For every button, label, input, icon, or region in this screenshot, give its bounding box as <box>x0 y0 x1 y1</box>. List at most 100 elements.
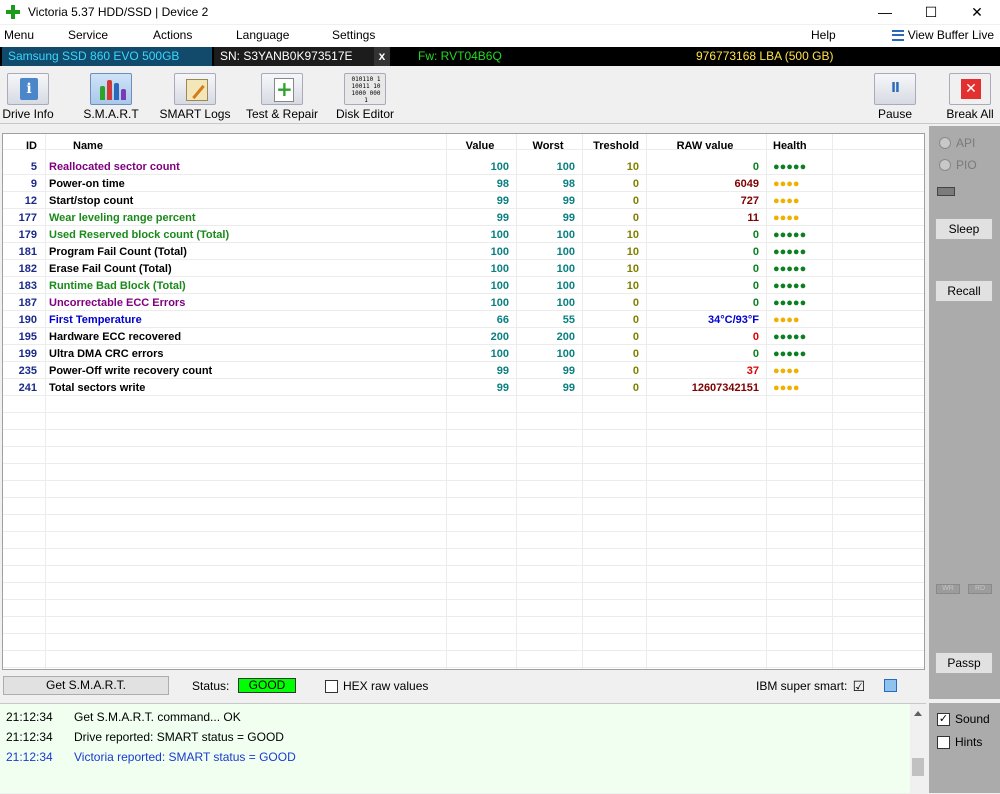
value-cell: 100 <box>490 245 509 258</box>
pio-label: PIO <box>956 158 977 172</box>
health-dots: ●●●●● <box>773 245 807 258</box>
menu-item-help[interactable]: Help <box>811 28 836 42</box>
table-row[interactable]: 199 Ultra DMA CRC errors 100 100 0 0 ●●●●● <box>3 345 829 362</box>
header-raw-value[interactable]: RAW value <box>645 134 765 158</box>
ibm-super-smart-checkbox[interactable]: IBM super smart: ☑ <box>756 677 866 694</box>
header-name[interactable]: Name <box>43 134 445 158</box>
health-dots: ●●●●● <box>773 296 807 309</box>
treshold-cell: 0 <box>632 211 639 224</box>
health-dots: ●●●● <box>773 313 800 326</box>
table-row[interactable]: 179 Used Reserved block count (Total) 100 1… <box>3 226 829 243</box>
recall-button[interactable]: Recall <box>935 280 993 302</box>
table-row[interactable]: 181 Program Fail Count (Total) 100 100 10 0 ●●… <box>3 243 829 260</box>
maximize-button[interactable]: ☐ <box>908 0 954 24</box>
table-row[interactable]: 182 Erase Fail Count (Total) 100 100 10 0 ●●●●… <box>3 260 829 277</box>
value-cell: 99 <box>496 211 509 224</box>
header-id[interactable]: ID <box>3 134 43 158</box>
menu-item-settings[interactable]: Settings <box>332 28 375 42</box>
value-cell: 100 <box>490 296 509 309</box>
pause-button[interactable]: Pause <box>872 70 918 124</box>
table-row[interactable]: 195 Hardware ECC recovered 200 200 0 0 ●●●●● <box>3 328 829 345</box>
raw-value-cell: 0 <box>752 228 759 241</box>
app-cross-icon <box>6 5 20 19</box>
value-cell: 100 <box>490 262 509 275</box>
drive-info-button[interactable]: Drive Info <box>0 70 56 124</box>
name-cell: Start/stop count <box>49 194 134 207</box>
disk-editor-button[interactable]: Disk Editor <box>334 70 396 124</box>
table-row[interactable]: 177 Wear leveling range percent 99 99 0 11 ●●●… <box>3 209 829 226</box>
test-repair-button[interactable]: Test & Repair <box>242 70 322 124</box>
health-dots: ●●●●● <box>773 228 807 241</box>
name-cell: Erase Fail Count (Total) <box>49 262 172 275</box>
menu-item-language[interactable]: Language <box>236 28 289 42</box>
menu-item-actions[interactable]: Actions <box>153 28 192 42</box>
id-cell: 199 <box>18 347 37 360</box>
raw-value-cell: 0 <box>752 347 759 360</box>
hex-raw-checkbox[interactable]: HEX raw values <box>325 679 428 693</box>
name-cell: Power-on time <box>49 177 125 190</box>
view-buffer-live-button[interactable]: View Buffer Live <box>891 28 994 42</box>
sound-checkbox[interactable]: ✓ Sound <box>937 712 990 726</box>
status-badge: GOOD <box>238 678 296 693</box>
device-model[interactable]: Samsung SSD 860 EVO 500GB <box>2 47 212 66</box>
pio-radio[interactable]: PIO <box>939 158 977 172</box>
log-line: 21:12:34 Get S.M.A.R.T. command... OK <box>6 710 241 724</box>
checkbox-checked-icon: ☑ <box>852 677 866 694</box>
sleep-button[interactable]: Sleep <box>935 218 993 240</box>
passp-button[interactable]: Passp <box>935 652 993 674</box>
table-row[interactable]: 241 Total sectors write 99 99 0 12607342151 ●●… <box>3 379 829 396</box>
table-row[interactable]: 187 Uncorrectable ECC Errors 100 100 0 0 ●●●●● <box>3 294 829 311</box>
treshold-cell: 0 <box>632 347 639 360</box>
log-line: 21:12:34 Drive reported: SMART status = G… <box>6 730 284 744</box>
header-health[interactable]: Health <box>765 134 829 158</box>
api-radio[interactable]: API <box>939 136 975 150</box>
checkbox-box <box>325 679 338 693</box>
header-worst[interactable]: Worst <box>515 134 581 158</box>
menu-item-service[interactable]: Service <box>68 28 108 42</box>
get-smart-button[interactable]: Get S.M.A.R.T. <box>3 676 169 695</box>
api-label: API <box>956 136 976 150</box>
log-time: 21:12:34 <box>6 710 53 724</box>
device-close-button[interactable]: x <box>374 47 390 66</box>
status-bar: Get S.M.A.R.T. Status: GOOD HEX raw valu… <box>0 672 926 700</box>
table-row[interactable]: 190 First Temperature 66 55 0 34°C/93°F ●●●● <box>3 311 829 328</box>
value-cell: 99 <box>496 194 509 207</box>
id-cell: 182 <box>18 262 37 275</box>
treshold-cell: 10 <box>626 245 639 258</box>
name-cell: Program Fail Count (Total) <box>49 245 187 258</box>
raw-value-cell: 37 <box>746 364 759 377</box>
hints-checkbox[interactable]: Hints <box>937 735 982 749</box>
log-panel[interactable]: 21:12:34 Get S.M.A.R.T. command... OK 21:1… <box>0 703 926 794</box>
health-dots: ●●●● <box>773 211 800 224</box>
smart-logs-button[interactable]: SMART Logs <box>158 70 232 124</box>
log-scrollbar[interactable] <box>910 704 926 794</box>
menu-item-menu[interactable]: Menu <box>4 28 34 42</box>
log-message: Drive reported: SMART status = GOOD <box>74 730 284 744</box>
scroll-up-arrow-icon[interactable] <box>914 711 922 716</box>
header-treshold[interactable]: Treshold <box>581 134 645 158</box>
table-row[interactable]: 9 Power-on time 98 98 0 6049 ●●●● <box>3 175 829 192</box>
close-button[interactable]: ✕ <box>954 0 1000 24</box>
smart-button[interactable]: S.M.A.R.T <box>80 70 142 124</box>
table-row[interactable]: 12 Start/stop count 99 99 0 727 ●●●● <box>3 192 829 209</box>
break-all-button[interactable]: Break All <box>944 70 996 124</box>
rd-indicator: RD <box>968 584 992 594</box>
minimize-button[interactable]: — <box>862 0 908 24</box>
table-row[interactable]: 235 Power-Off write recovery count 99 99 0 37… <box>3 362 829 379</box>
smart-table[interactable]: ID Name Value Worst Treshold RAW value H… <box>2 133 925 670</box>
table-row[interactable]: 5 Reallocated sector count 100 100 10 0 ●●●●● <box>3 158 829 175</box>
value-cell: 99 <box>496 364 509 377</box>
header-value[interactable]: Value <box>445 134 515 158</box>
table-row[interactable]: 183 Runtime Bad Block (Total) 100 100 10 0 ●●●… <box>3 277 829 294</box>
scroll-thumb[interactable] <box>912 758 924 776</box>
color-swatch-button[interactable] <box>884 679 897 692</box>
checkbox-box <box>937 735 950 749</box>
treshold-cell: 0 <box>632 194 639 207</box>
ibm-super-smart-label: IBM super smart: <box>756 679 848 693</box>
drive-info-label: Drive Info <box>2 107 54 121</box>
value-cell: 98 <box>496 177 509 190</box>
worst-cell: 98 <box>562 177 575 190</box>
worst-cell: 100 <box>556 279 575 292</box>
disk-editor-label: Disk Editor <box>335 107 394 121</box>
stop-x-icon <box>949 73 991 105</box>
